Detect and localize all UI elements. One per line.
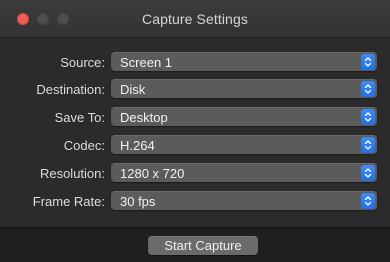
source-label: Source: (60, 55, 105, 70)
codec-select[interactable]: H.264 (111, 135, 377, 154)
capture-settings-window: Capture Settings Source: Screen 1 Destin… (0, 0, 390, 262)
codec-row: Codec: H.264 (0, 132, 390, 160)
source-select[interactable]: Screen 1 (111, 52, 377, 71)
settings-form: Source: Screen 1 Destination: Disk Save … (0, 38, 390, 226)
destination-value: Disk (120, 82, 146, 97)
source-value: Screen 1 (120, 55, 173, 70)
resolution-label: Resolution: (39, 166, 105, 181)
resolution-row: Resolution: 1280 x 720 (0, 160, 390, 188)
frame-rate-label: Frame Rate: (32, 194, 105, 209)
titlebar: Capture Settings (0, 0, 390, 38)
source-row: Source: Screen 1 (0, 49, 390, 77)
save-to-value: Desktop (120, 110, 168, 125)
frame-rate-row: Frame Rate: 30 fps (0, 188, 390, 216)
up-down-chevron-icon (361, 193, 375, 209)
destination-row: Destination: Disk (0, 76, 390, 104)
frame-rate-select[interactable]: 30 fps (111, 191, 377, 210)
save-to-row: Save To: Desktop (0, 104, 390, 132)
up-down-chevron-icon (361, 137, 375, 153)
destination-select[interactable]: Disk (111, 79, 377, 98)
window-title: Capture Settings (142, 11, 248, 27)
footer-bar: Start Capture (0, 227, 390, 262)
destination-label: Destination: (36, 82, 105, 97)
resolution-value: 1280 x 720 (120, 166, 185, 181)
start-capture-button[interactable]: Start Capture (148, 236, 258, 255)
codec-value: H.264 (120, 138, 155, 153)
save-to-select[interactable]: Desktop (111, 107, 377, 126)
resolution-select[interactable]: 1280 x 720 (111, 163, 377, 182)
save-to-label: Save To: (54, 110, 105, 125)
frame-rate-value: 30 fps (120, 194, 156, 209)
up-down-chevron-icon (361, 81, 375, 97)
up-down-chevron-icon (361, 165, 375, 181)
codec-label: Codec: (63, 138, 105, 153)
up-down-chevron-icon (361, 54, 375, 70)
up-down-chevron-icon (361, 109, 375, 125)
